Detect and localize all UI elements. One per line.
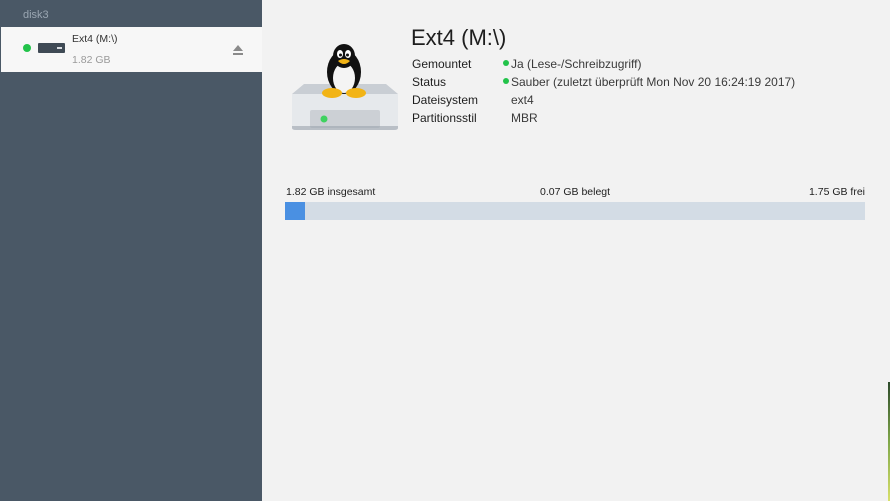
eject-icon[interactable] bbox=[232, 44, 244, 56]
sidebar-item-volume[interactable]: Ext4 (M:\) 1.82 GB bbox=[1, 27, 262, 72]
total-capacity-label: 1.82 GB insgesamt bbox=[286, 186, 376, 198]
app-window: disk3 Ext4 (M:\) 1.82 GB Ext4 (M:\) Gemo… bbox=[0, 0, 890, 501]
disk-header: disk3 bbox=[23, 9, 49, 21]
partition-style-value: MBR bbox=[511, 111, 538, 125]
mounted-label: Gemountet bbox=[412, 57, 472, 71]
linux-drive-icon bbox=[292, 44, 398, 130]
sidebar: disk3 Ext4 (M:\) 1.82 GB bbox=[0, 0, 262, 501]
status-dot bbox=[503, 78, 509, 84]
mounted-status-dot bbox=[503, 60, 509, 66]
free-space-label: 1.75 GB frei bbox=[808, 186, 865, 198]
partition-style-label: Partitionsstil bbox=[412, 111, 477, 125]
status-label: Status bbox=[412, 75, 447, 89]
filesystem-value: ext4 bbox=[511, 93, 534, 107]
used-space-label: 0.07 GB belegt bbox=[540, 186, 611, 198]
volume-name: Ext4 (M:\) bbox=[72, 33, 118, 45]
page-title: Ext4 (M:\) bbox=[411, 25, 507, 50]
hard-drive-icon bbox=[38, 43, 65, 53]
filesystem-label: Dateisystem bbox=[412, 93, 479, 107]
mounted-value: Ja (Lese-/Schreibzugriff) bbox=[511, 57, 642, 71]
mounted-indicator bbox=[23, 44, 31, 52]
volume-size: 1.82 GB bbox=[72, 54, 111, 66]
usage-bar-fill bbox=[285, 202, 306, 220]
status-value: Sauber (zuletzt überprüft Mon Nov 20 16:… bbox=[511, 75, 796, 89]
usage-bar bbox=[285, 202, 865, 220]
